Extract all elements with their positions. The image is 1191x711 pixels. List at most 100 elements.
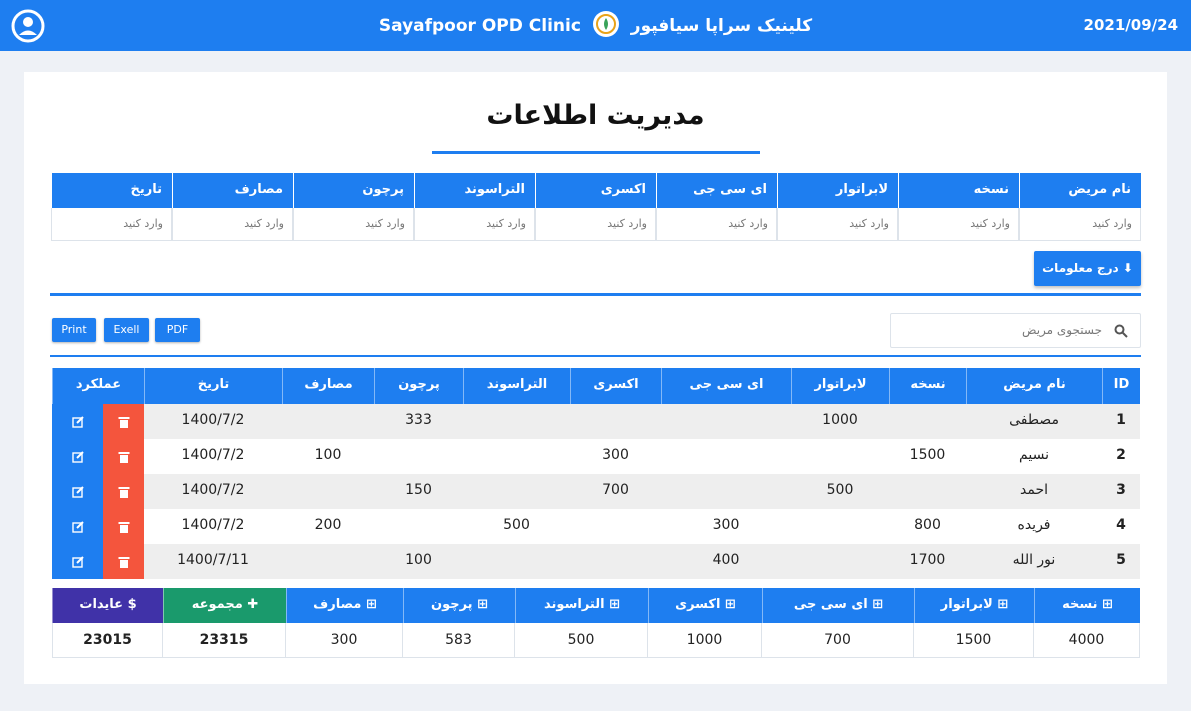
summary-header-ultrasound[interactable]: التراسوند ⊞ bbox=[515, 588, 648, 623]
col-header-xray: اکسری bbox=[570, 368, 661, 404]
cell-name: نسیم bbox=[1019, 447, 1049, 463]
cell-lab: 500 bbox=[826, 482, 854, 498]
cell-expenses bbox=[282, 474, 374, 509]
entry-header-ecg: ای سی جی bbox=[656, 173, 777, 208]
cell-ecg: 400 bbox=[712, 552, 740, 568]
edit-icon bbox=[71, 415, 84, 428]
summary-header-retail[interactable]: پرچون ⊞ bbox=[403, 588, 515, 623]
delete-button[interactable] bbox=[103, 404, 144, 439]
table-row: 5 نور الله 1700 400 100 1400/7/11 bbox=[52, 544, 1140, 579]
cell-expenses bbox=[282, 544, 374, 579]
summary-value-ecg: 700 bbox=[762, 623, 914, 658]
cell-lab bbox=[791, 544, 889, 579]
edit-button[interactable] bbox=[52, 404, 103, 439]
cell-id: 1 bbox=[1116, 412, 1126, 428]
edit-icon bbox=[71, 485, 84, 498]
delete-button[interactable] bbox=[103, 509, 144, 544]
entry-input-date[interactable]: وارد کنید bbox=[51, 208, 172, 241]
summary-header-ecg[interactable]: ای سی جی ⊞ bbox=[762, 588, 914, 623]
cell-xray bbox=[570, 404, 661, 439]
edit-icon bbox=[71, 520, 84, 533]
edit-button[interactable] bbox=[52, 439, 103, 474]
cell-ecg bbox=[661, 474, 791, 509]
table-row: 4 فریده 800 300 500 200 1400/7/2 bbox=[52, 509, 1140, 544]
delete-button[interactable] bbox=[103, 474, 144, 509]
summary-header-prescription[interactable]: نسخه ⊞ bbox=[1034, 588, 1140, 623]
cell-ultrasound bbox=[463, 544, 570, 579]
cell-ecg: 300 bbox=[712, 517, 740, 533]
cell-xray bbox=[570, 509, 661, 544]
cell-xray: 300 bbox=[602, 447, 629, 463]
summary-value-income: 23015 bbox=[52, 623, 163, 658]
summary-header-xray[interactable]: اکسری ⊞ bbox=[648, 588, 762, 623]
entry-input-xray[interactable]: وارد کنید bbox=[535, 208, 656, 241]
summary-value-expenses: 300 bbox=[286, 623, 403, 658]
cell-retail bbox=[374, 439, 463, 474]
col-header-expenses: مصارف bbox=[282, 368, 374, 404]
entry-header-prescription: نسخه bbox=[898, 173, 1019, 208]
trash-icon bbox=[118, 486, 129, 498]
cell-ultrasound: 500 bbox=[503, 517, 530, 533]
cell-date: 1400/7/2 bbox=[181, 482, 245, 498]
summary-header-lab[interactable]: لابراتوار ⊞ bbox=[914, 588, 1034, 623]
cell-ultrasound bbox=[463, 439, 570, 474]
print-button[interactable]: Print bbox=[52, 318, 96, 342]
delete-button[interactable] bbox=[103, 544, 144, 579]
cell-id: 2 bbox=[1116, 447, 1126, 463]
cell-ultrasound bbox=[463, 404, 570, 439]
edit-button[interactable] bbox=[52, 509, 103, 544]
entry-input-expenses[interactable]: وارد کنید bbox=[172, 208, 293, 241]
entry-header-date: تاریخ bbox=[51, 173, 172, 208]
cell-xray bbox=[570, 544, 661, 579]
cell-lab: 1000 bbox=[822, 412, 858, 428]
entry-input-lab[interactable]: وارد کنید bbox=[777, 208, 898, 241]
pdf-button[interactable]: PDF bbox=[155, 318, 200, 342]
current-date: 2021/09/24 bbox=[1083, 16, 1178, 34]
cell-name: فریده bbox=[1017, 517, 1051, 533]
insert-data-button[interactable]: درج معلومات ⬇ bbox=[1034, 251, 1141, 286]
col-header-prescription: نسخه bbox=[889, 368, 966, 404]
summary-header-expenses[interactable]: مصارف ⊞ bbox=[286, 588, 403, 623]
page-title: مدیریت اطلاعات bbox=[486, 100, 705, 131]
entry-input-ultrasound[interactable]: وارد کنید bbox=[414, 208, 535, 241]
summary-value-xray: 1000 bbox=[648, 623, 762, 658]
summary-header-income[interactable]: عایدات $ bbox=[52, 588, 163, 623]
cell-retail: 150 bbox=[405, 482, 432, 498]
cell-prescription: 800 bbox=[914, 517, 941, 533]
entry-input-name[interactable]: وارد کنید bbox=[1019, 208, 1141, 241]
cell-date: 1400/7/2 bbox=[181, 447, 245, 463]
entry-input-ecg[interactable]: وارد کنید bbox=[656, 208, 777, 241]
search-input[interactable]: جستجوی مریض bbox=[890, 313, 1141, 348]
edit-icon bbox=[71, 450, 84, 463]
col-header-ecg: ای سی جی bbox=[661, 368, 791, 404]
cell-id: 3 bbox=[1116, 482, 1126, 498]
cell-date: 1400/7/2 bbox=[181, 412, 245, 428]
entry-header-name: نام مریض bbox=[1019, 173, 1141, 208]
cell-lab bbox=[791, 509, 889, 544]
cell-xray: 700 bbox=[602, 482, 629, 498]
excel-button[interactable]: Exell bbox=[104, 318, 149, 342]
trash-icon bbox=[118, 416, 129, 428]
col-header-actions: عملکرد bbox=[52, 368, 144, 404]
cell-expenses: 100 bbox=[314, 447, 342, 463]
col-header-lab: لابراتوار bbox=[791, 368, 889, 404]
summary-header-total[interactable]: مجموعه ✚ bbox=[163, 588, 286, 623]
entry-input-prescription[interactable]: وارد کنید bbox=[898, 208, 1019, 241]
cell-ecg bbox=[661, 404, 791, 439]
cell-prescription: 1700 bbox=[909, 552, 946, 568]
clinic-logo-icon bbox=[592, 11, 619, 37]
col-header-date: تاریخ bbox=[144, 368, 282, 404]
entry-input-retail[interactable]: وارد کنید bbox=[293, 208, 414, 241]
clinic-brand: Sayafpoor OPD Clinic کلینیک سراپا سیافپو… bbox=[0, 11, 1191, 39]
cell-name: احمد bbox=[1020, 482, 1048, 498]
table-row: 3 احمد 500 700 150 1400/7/2 bbox=[52, 474, 1140, 509]
col-header-retail: پرچون bbox=[374, 368, 463, 404]
search-placeholder: جستجوی مریض bbox=[1022, 323, 1102, 337]
edit-button[interactable] bbox=[52, 544, 103, 579]
delete-button[interactable] bbox=[103, 439, 144, 474]
cell-ecg bbox=[661, 439, 791, 474]
trash-icon bbox=[118, 521, 129, 533]
divider bbox=[50, 355, 1141, 357]
search-icon bbox=[1114, 324, 1128, 338]
edit-button[interactable] bbox=[52, 474, 103, 509]
